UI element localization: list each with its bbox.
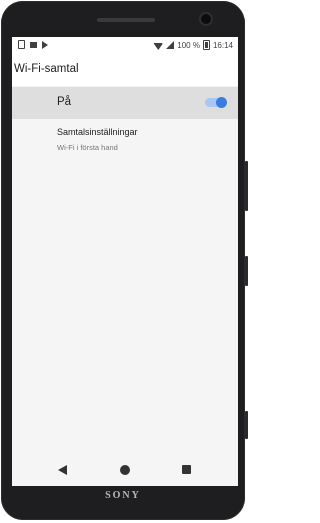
- call-settings-title: Samtalsinställningar: [57, 127, 138, 137]
- signal-icon: [166, 41, 175, 49]
- brand-logo: SONY: [105, 490, 141, 501]
- camera-button: [245, 411, 248, 439]
- navigation-bar: [12, 456, 238, 486]
- status-bar: 100 % 16:14: [12, 37, 238, 53]
- image-icon: [30, 41, 37, 48]
- toggle-thumb: [216, 97, 227, 108]
- call-settings-item[interactable]: Samtalsinställningar Wi-Fi i första hand: [12, 119, 238, 159]
- volume-button: [245, 161, 248, 211]
- play-store-icon: [42, 40, 48, 49]
- earpiece: [97, 18, 155, 22]
- wifi-calling-switch-row[interactable]: På: [12, 87, 238, 119]
- page-title: Wi-Fi-samtal: [14, 63, 79, 75]
- wifi-icon: [153, 41, 163, 49]
- screen: 100 % 16:14 Wi-Fi-samtal På Samtalsinstä…: [12, 37, 238, 486]
- recents-icon[interactable]: [182, 465, 191, 474]
- phone-frame: 100 % 16:14 Wi-Fi-samtal På Samtalsinstä…: [1, 1, 248, 520]
- battery-icon: [202, 40, 210, 50]
- back-icon[interactable]: [58, 465, 67, 475]
- power-button: [245, 256, 248, 286]
- battery-percent: 100 %: [177, 40, 200, 50]
- switch-label: På: [57, 96, 72, 108]
- wifi-calling-toggle[interactable]: [205, 97, 227, 108]
- sim-icon: [18, 40, 25, 49]
- clock: 16:14: [212, 40, 233, 50]
- call-settings-subtitle: Wi-Fi i första hand: [57, 143, 118, 152]
- front-camera: [201, 14, 211, 24]
- home-icon[interactable]: [120, 465, 130, 475]
- app-bar: Wi-Fi-samtal: [12, 53, 238, 86]
